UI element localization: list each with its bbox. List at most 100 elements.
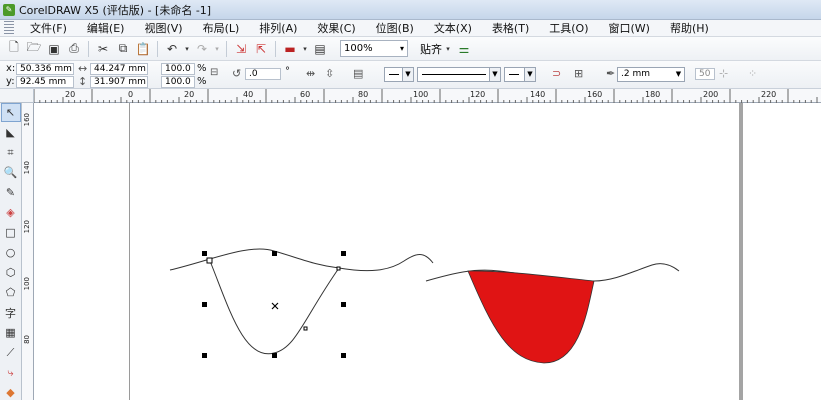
menu-effects[interactable]: 效果(C) [307, 20, 365, 36]
extract-subpath-icon[interactable]: ⁘ [748, 67, 757, 80]
menu-table[interactable]: 表格(T) [482, 20, 539, 36]
text-tool-icon[interactable]: 字 [1, 303, 21, 322]
menu-arrange[interactable]: 排列(A) [249, 20, 307, 36]
redo-icon[interactable]: ↷ [193, 40, 211, 58]
export-icon[interactable]: ⇱ [252, 40, 270, 58]
end-arrowhead-select[interactable]: ▼ [504, 67, 536, 82]
launcher-dropdown-icon[interactable]: ▾ [301, 40, 309, 58]
dimension-tool-icon[interactable]: ⟋ [1, 343, 21, 362]
pick-tool-icon[interactable]: ↖ [0, 103, 21, 122]
rotation-angle-field[interactable]: .0 [245, 68, 281, 80]
selection-handle[interactable] [202, 251, 207, 256]
undo-dropdown-icon[interactable]: ▾ [183, 40, 191, 58]
smart-fill-tool-icon[interactable]: ◈ [1, 203, 21, 222]
snap-to-label[interactable]: 贴齐 [420, 41, 442, 57]
ruler-label: 120 [23, 220, 31, 234]
selection-handle[interactable] [341, 302, 346, 307]
start-arrowhead-select[interactable]: ▼ [384, 67, 414, 82]
ruler-origin[interactable] [0, 89, 34, 103]
height-field[interactable]: 31.907 mm [90, 76, 148, 88]
vertical-ruler[interactable]: 160 140 120 100 80 [22, 103, 34, 400]
import-icon[interactable]: ⇲ [232, 40, 250, 58]
polygon-tool-icon[interactable]: ⬡ [1, 263, 21, 282]
application-launcher-icon[interactable]: ▬ [281, 40, 299, 58]
ellipse-tool-icon[interactable]: ○ [1, 243, 21, 262]
ruler-label: 140 [23, 161, 31, 175]
toolbar-separator [157, 40, 158, 57]
menu-text[interactable]: 文本(X) [424, 20, 482, 36]
degree-symbol: ° [285, 66, 290, 77]
outline-width-select[interactable]: .2 mm ▼ [617, 67, 685, 82]
red-filled-shape[interactable] [467, 270, 595, 364]
freehand-tool-icon[interactable]: ✎ [1, 183, 21, 202]
open-folder-icon[interactable]: 🗁 [25, 40, 43, 58]
cut-icon[interactable]: ✂ [94, 40, 112, 58]
zoom-level-select[interactable]: 100% ▾ [340, 40, 408, 57]
selection-handle[interactable] [272, 353, 277, 358]
table-tool-icon[interactable]: ▦ [1, 323, 21, 342]
rectangle-tool-icon[interactable]: □ [1, 223, 21, 242]
y-position-field[interactable]: 92.45 mm [16, 76, 74, 88]
new-document-icon[interactable]: 🗋 [5, 40, 23, 58]
crop-tool-icon[interactable]: ⌗ [1, 143, 21, 162]
selection-handle[interactable] [341, 353, 346, 358]
menu-grip-icon[interactable] [4, 21, 14, 35]
node-handle[interactable] [206, 257, 213, 264]
center-marker[interactable] [271, 302, 279, 310]
scale-y-field[interactable]: 100.0 [161, 76, 195, 88]
welcome-screen-icon[interactable]: ▤ [311, 40, 329, 58]
save-icon[interactable]: ▣ [45, 40, 63, 58]
smoothing-slider-icon[interactable]: ⊹ [719, 67, 728, 80]
undo-icon[interactable]: ↶ [163, 40, 181, 58]
node-handle[interactable] [303, 326, 308, 331]
basic-shapes-tool-icon[interactable]: ⬠ [1, 283, 21, 302]
ruler-label: 80 [23, 335, 31, 344]
smoothing-field[interactable]: 50 [695, 68, 715, 80]
x-position-field[interactable]: 50.336 mm [16, 63, 74, 75]
copy-icon[interactable]: ⧉ [114, 40, 132, 58]
menu-help[interactable]: 帮助(H) [660, 20, 719, 36]
x-label: x: [6, 63, 16, 74]
drawing-canvas[interactable] [34, 103, 821, 400]
chevron-down-icon: ▼ [673, 68, 684, 81]
snap-dropdown-icon[interactable]: ▾ [443, 40, 453, 58]
u-curve[interactable] [209, 260, 340, 355]
fill-tool-icon[interactable]: ◆ [1, 383, 21, 400]
line-style-icon[interactable]: ▤ [353, 67, 363, 80]
selection-handle[interactable] [202, 302, 207, 307]
chevron-down-icon: ▼ [524, 68, 535, 81]
outline-style-select[interactable]: ▼ [417, 67, 501, 82]
menu-file[interactable]: 文件(F) [20, 20, 77, 36]
options-icon[interactable]: ⚌ [455, 40, 473, 58]
connector-tool-icon[interactable]: ⤷ [1, 363, 21, 382]
menu-view[interactable]: 视图(V) [134, 20, 192, 36]
width-icon: ↔ [78, 62, 88, 75]
scale-x-percent: % [197, 63, 207, 74]
y-label: y: [6, 76, 15, 87]
window-title: CorelDRAW X5 (评估版) - [未命名 -1] [19, 3, 212, 17]
lock-ratio-icon[interactable]: ⊟ [210, 67, 218, 78]
mirror-vertical-icon[interactable]: ⇳ [325, 67, 334, 80]
selection-handle[interactable] [341, 251, 346, 256]
coreldraw-icon: ✎ [3, 3, 15, 16]
selection-handle[interactable] [272, 251, 277, 256]
menu-window[interactable]: 窗口(W) [599, 20, 660, 36]
selection-handle[interactable] [202, 353, 207, 358]
node-handle[interactable] [336, 266, 341, 271]
scale-x-field[interactable]: 100.0 [161, 63, 195, 75]
width-field[interactable]: 44.247 mm [90, 63, 148, 75]
menu-layout[interactable]: 布局(L) [193, 20, 250, 36]
zoom-tool-icon[interactable]: 🔍 [1, 163, 21, 182]
paste-icon[interactable]: 📋 [134, 40, 152, 58]
mirror-horizontal-icon[interactable]: ⇹ [306, 67, 315, 80]
wrap-text-icon[interactable]: ⊞ [574, 67, 583, 80]
horizontal-ruler[interactable]: 20 0 20 40 60 80 100 120 140 160 180 200… [34, 89, 821, 103]
print-icon[interactable]: ⎙ [65, 40, 83, 58]
menu-tools[interactable]: 工具(O) [539, 20, 598, 36]
redo-dropdown-icon[interactable]: ▾ [213, 40, 221, 58]
toolbar-separator [275, 40, 276, 57]
close-curve-icon[interactable]: ⊃ [552, 67, 561, 80]
menu-edit[interactable]: 编辑(E) [77, 20, 135, 36]
menu-bitmaps[interactable]: 位图(B) [366, 20, 424, 36]
shape-tool-icon[interactable]: ◣ [1, 123, 21, 142]
